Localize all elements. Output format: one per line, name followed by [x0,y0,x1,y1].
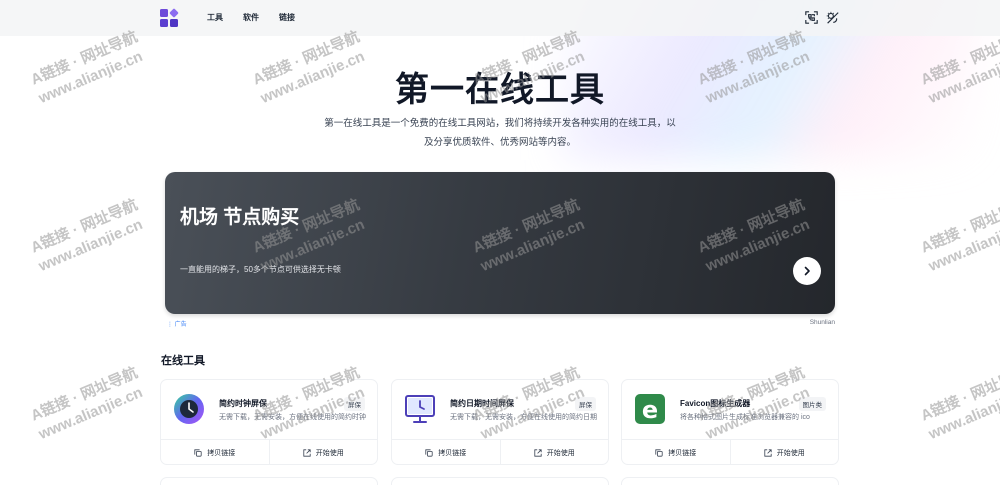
start-use-button[interactable]: 开始使用 [268,440,378,465]
tool-card-partial[interactable] [621,477,839,485]
tool-card[interactable]: 简约时钟屏保 屏保 无需下载，无需安装，方便在线使用的简约时钟 拷贝链接 开始使… [160,379,378,465]
theme-toggle-icon[interactable] [826,11,839,24]
description-line-2: 及分享优质软件、优秀网站等内容。 [423,137,576,148]
svg-text:e: e [642,396,658,424]
copy-link-button[interactable]: 拷贝链接 [161,440,269,465]
ad-label: ⋮ 广告 [167,322,187,328]
tool-description: 将各种格式图片生成标准浏览器兼容的 ico [680,414,810,421]
main-nav: 工具 软件 链接 [207,12,295,23]
banner-title: 机场 节点购买 [180,207,300,228]
watermark: A链接 · 网址导航 www.alianjie.cn [918,364,1000,443]
favicon-e-icon: e [634,393,666,425]
ad-banner[interactable]: 机场 节点购买 一直能用的梯子，50多个节点可供选择无卡顿 [165,172,835,314]
page-description: 第一在线工具是一个免费的在线工具网站，我们将持续开发各种实用的在线工具，以 及分… [310,114,690,152]
site-logo[interactable] [160,8,179,28]
tool-card-partial[interactable] [391,477,609,485]
watermark: A链接 · 网址导航 www.alianjie.cn [28,364,146,443]
banner-next-button[interactable] [793,257,821,285]
tool-tag: 屏保 [344,397,365,411]
banner-subtitle: 一直能用的梯子，50多个节点可供选择无卡顿 [180,265,341,274]
tool-actions: 拷贝链接 开始使用 [161,439,377,465]
tool-tag: 屏保 [575,397,596,411]
nav-item-software[interactable]: 软件 [243,12,259,23]
chevron-right-icon [804,266,810,276]
copy-icon [425,448,433,457]
watermark: A链接 · 网址导航 www.alianjie.cn [28,196,146,275]
tool-name[interactable]: 简约时钟屏保 [219,398,267,409]
ad-brand[interactable]: Shunlian [790,319,835,326]
external-link-icon [764,448,772,457]
tool-card[interactable]: 简约日期时间屏保 屏保 无需下载，无需安装，方便在线使用的简约日期 拷贝链接 开… [391,379,609,465]
tool-actions: 拷贝链接 开始使用 [392,439,608,465]
watermark: A链接 · 网址导航 www.alianjie.cn [918,196,1000,275]
qr-scan-icon[interactable] [805,11,818,24]
clock-icon [173,393,205,425]
copy-icon [194,448,202,457]
monitor-clock-icon [404,393,436,425]
tool-card[interactable]: e Favicon图标生成器 图片类 将各种格式图片生成标准浏览器兼容的 ico… [621,379,839,465]
nav-item-tools[interactable]: 工具 [207,12,223,23]
copy-link-button[interactable]: 拷贝链接 [622,440,730,465]
tool-name[interactable]: Favicon图标生成器 [680,398,750,409]
tool-name[interactable]: 简约日期时间屏保 [450,398,514,409]
start-use-button[interactable]: 开始使用 [499,440,609,465]
external-link-icon [303,448,311,457]
tool-description: 无需下载，无需安装，方便在线使用的简约时钟 [219,414,366,421]
section-title: 在线工具 [161,355,205,367]
info-icon: ⋮ [167,322,173,328]
tool-actions: 拷贝链接 开始使用 [622,439,838,465]
tool-tag: 图片类 [798,397,826,411]
top-navbar: 工具 软件 链接 [0,0,1000,36]
external-link-icon [534,448,542,457]
tool-description: 无需下载，无需安装，方便在线使用的简约日期 [450,414,597,421]
page-title: 第一在线工具 [395,71,605,109]
copy-icon [655,448,663,457]
description-line-1: 第一在线工具是一个免费的在线工具网站，我们将持续开发各种实用的在线工具，以 [324,118,676,129]
copy-link-button[interactable]: 拷贝链接 [392,440,500,465]
nav-item-links[interactable]: 链接 [279,12,295,23]
tool-card-partial[interactable] [160,477,378,485]
start-use-button[interactable]: 开始使用 [729,440,839,465]
